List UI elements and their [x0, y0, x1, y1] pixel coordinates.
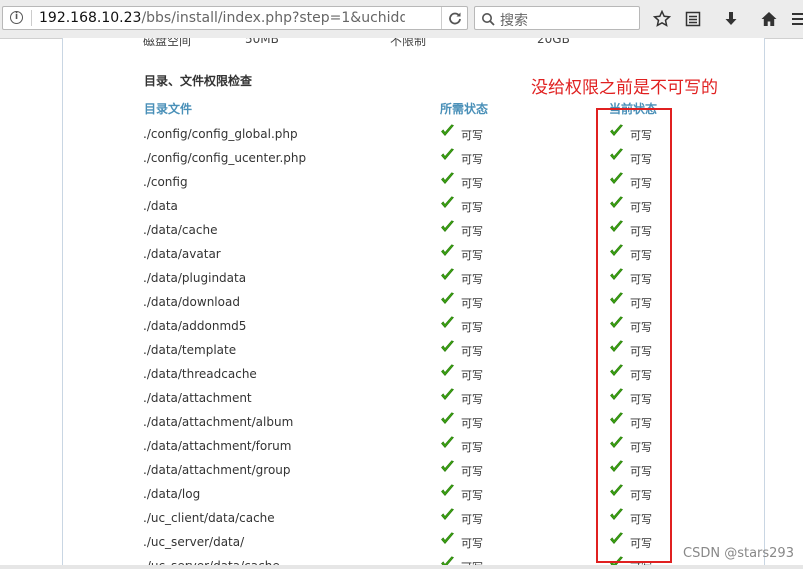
download-icon[interactable] [722, 10, 740, 28]
env-item-value: 50MB [245, 38, 279, 46]
file-path: ./config [143, 175, 188, 189]
required-status-label: 可写 [461, 345, 483, 358]
search-icon [482, 13, 495, 26]
bottom-scrollbar[interactable] [0, 565, 803, 569]
required-status-label: 可写 [461, 273, 483, 286]
required-status-label: 可写 [461, 321, 483, 334]
required-status-label: 可写 [461, 537, 483, 550]
file-path: ./data/log [143, 487, 201, 501]
required-status-label: 可写 [461, 441, 483, 454]
file-path: ./data/addonmd5 [143, 319, 247, 333]
required-status-label: 可写 [461, 393, 483, 406]
url-separator [31, 10, 32, 26]
red-annotation: 没给权限之前是不可写的 [531, 78, 718, 98]
url-path: /bbs/install/index.php?step=1&uchidden=& [141, 10, 405, 26]
required-status-label: 可写 [461, 417, 483, 430]
address-bar[interactable]: i 192.168.10.23/bbs/install/index.php?st… [2, 6, 468, 30]
required-status-label: 可写 [461, 249, 483, 262]
column-header-file: 目录文件 [144, 102, 193, 116]
annotation-highlight-box [596, 108, 672, 563]
file-path: ./uc_server/data/ [143, 535, 245, 549]
column-header-required: 所需状态 [440, 102, 489, 116]
reading-list-icon[interactable] [684, 10, 702, 28]
file-path: ./data/threadcache [143, 367, 257, 381]
file-path: ./data/attachment [143, 391, 252, 405]
site-info-icon[interactable]: i [10, 11, 23, 24]
required-status-label: 可写 [461, 177, 483, 190]
file-path: ./data [143, 199, 178, 213]
required-status-label: 可写 [461, 297, 483, 310]
required-status-label: 可写 [461, 465, 483, 478]
file-path: ./config/config_ucenter.php [143, 151, 307, 165]
file-path: ./data/attachment/group [143, 463, 291, 477]
reload-button[interactable] [441, 7, 467, 29]
required-status-label: 可写 [461, 129, 483, 142]
home-icon[interactable] [760, 10, 778, 28]
required-status-label: 可写 [461, 201, 483, 214]
watermark: CSDN @stars293 [683, 546, 794, 561]
bookmark-star-icon[interactable] [653, 10, 671, 28]
search-placeholder: 搜索 [500, 13, 528, 29]
env-row-disk: 磁盘空间 50MB 不限制 20GB [63, 38, 764, 48]
url-text[interactable]: 192.168.10.23/bbs/install/index.php?step… [39, 10, 405, 26]
file-path: ./data/avatar [143, 247, 221, 261]
file-path: ./data/download [143, 295, 240, 309]
env-item-current: 20GB [537, 38, 570, 46]
file-path: ./data/attachment/album [143, 415, 294, 429]
file-path: ./uc_client/data/cache [143, 511, 275, 525]
browser-toolbar: i 192.168.10.23/bbs/install/index.php?st… [0, 0, 803, 39]
file-path: ./data/cache [143, 223, 218, 237]
required-status-label: 可写 [461, 369, 483, 382]
required-status-label: 可写 [461, 513, 483, 526]
env-item-label: 磁盘空间 [143, 38, 192, 48]
search-bar[interactable]: 搜索 [474, 6, 640, 30]
file-path: ./data/template [143, 343, 237, 357]
file-path: ./data/plugindata [143, 271, 247, 285]
file-path: ./config/config_global.php [143, 127, 298, 141]
file-path: ./data/attachment/forum [143, 439, 292, 453]
required-status-label: 可写 [461, 153, 483, 166]
required-status-label: 可写 [461, 225, 483, 238]
menu-icon[interactable] [790, 10, 803, 28]
required-status-label: 可写 [461, 489, 483, 502]
reload-icon [449, 12, 461, 25]
env-item-required: 不限制 [390, 38, 427, 48]
section-title: 目录、文件权限检查 [144, 74, 253, 88]
url-host: 192.168.10.23 [39, 10, 142, 26]
